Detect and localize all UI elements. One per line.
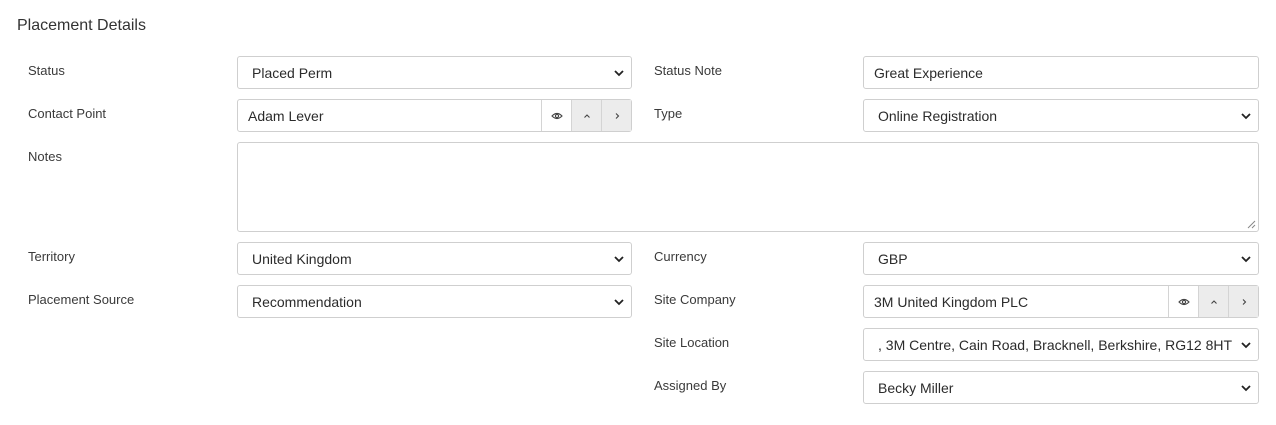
placement-source-value: Recommendation — [252, 293, 362, 310]
placement-source-label: Placement Source — [28, 292, 135, 307]
site-location-select[interactable]: , 3M Centre, Cain Road, Bracknell, Berks… — [863, 328, 1259, 361]
chevron-down-icon — [614, 69, 624, 76]
site-location-label: Site Location — [654, 335, 730, 350]
chevron-up-icon — [583, 113, 590, 118]
chevron-right-icon — [615, 112, 619, 119]
status-select[interactable]: Placed Perm — [237, 56, 632, 89]
type-select[interactable]: Online Registration — [863, 99, 1259, 132]
chevron-down-icon — [1241, 384, 1251, 391]
resize-handle-icon[interactable] — [1247, 220, 1256, 229]
status-note-value: Great Experience — [874, 64, 983, 81]
notes-label: Notes — [28, 149, 62, 164]
section-title: Placement Details — [17, 17, 146, 34]
assigned-by-select[interactable]: Becky Miller — [863, 371, 1259, 404]
status-label: Status — [28, 63, 65, 78]
chevron-down-icon — [1241, 112, 1251, 119]
eye-icon — [1177, 298, 1190, 305]
site-company-next-button[interactable] — [1228, 286, 1258, 317]
site-location-value: , 3M Centre, Cain Road, Bracknell, Berks… — [878, 336, 1233, 353]
contact-next-button[interactable] — [601, 100, 631, 131]
territory-value: United Kingdom — [252, 250, 352, 267]
site-company-view-button[interactable] — [1168, 286, 1198, 317]
status-note-input[interactable]: Great Experience — [863, 56, 1259, 89]
currency-value: GBP — [878, 250, 908, 267]
site-company-field[interactable]: 3M United Kingdom PLC — [863, 285, 1259, 318]
chevron-right-icon — [1242, 298, 1246, 305]
site-company-up-button[interactable] — [1198, 286, 1228, 317]
chevron-down-icon — [1241, 255, 1251, 262]
site-company-label: Site Company — [654, 292, 736, 307]
currency-label: Currency — [654, 249, 707, 264]
notes-textarea[interactable] — [237, 142, 1259, 232]
territory-select[interactable]: United Kingdom — [237, 242, 632, 275]
type-value: Online Registration — [878, 107, 998, 124]
contact-up-button[interactable] — [571, 100, 601, 131]
assigned-by-label: Assigned By — [654, 378, 727, 393]
chevron-up-icon — [1210, 299, 1217, 304]
contact-point-label: Contact Point — [28, 106, 107, 121]
placement-source-select[interactable]: Recommendation — [237, 285, 632, 318]
site-company-value: 3M United Kingdom PLC — [874, 293, 1029, 310]
assigned-by-value: Becky Miller — [878, 379, 954, 396]
contact-point-field[interactable]: Adam Lever — [237, 99, 632, 132]
currency-select[interactable]: GBP — [863, 242, 1259, 275]
chevron-down-icon — [614, 298, 624, 305]
chevron-down-icon — [614, 255, 624, 262]
status-note-label: Status Note — [654, 63, 722, 78]
chevron-down-icon — [1241, 341, 1251, 348]
status-value: Placed Perm — [252, 64, 333, 81]
contact-point-value: Adam Lever — [248, 107, 324, 124]
eye-icon — [550, 112, 563, 119]
type-label: Type — [654, 106, 683, 121]
contact-view-button[interactable] — [541, 100, 571, 131]
territory-label: Territory — [28, 249, 75, 264]
